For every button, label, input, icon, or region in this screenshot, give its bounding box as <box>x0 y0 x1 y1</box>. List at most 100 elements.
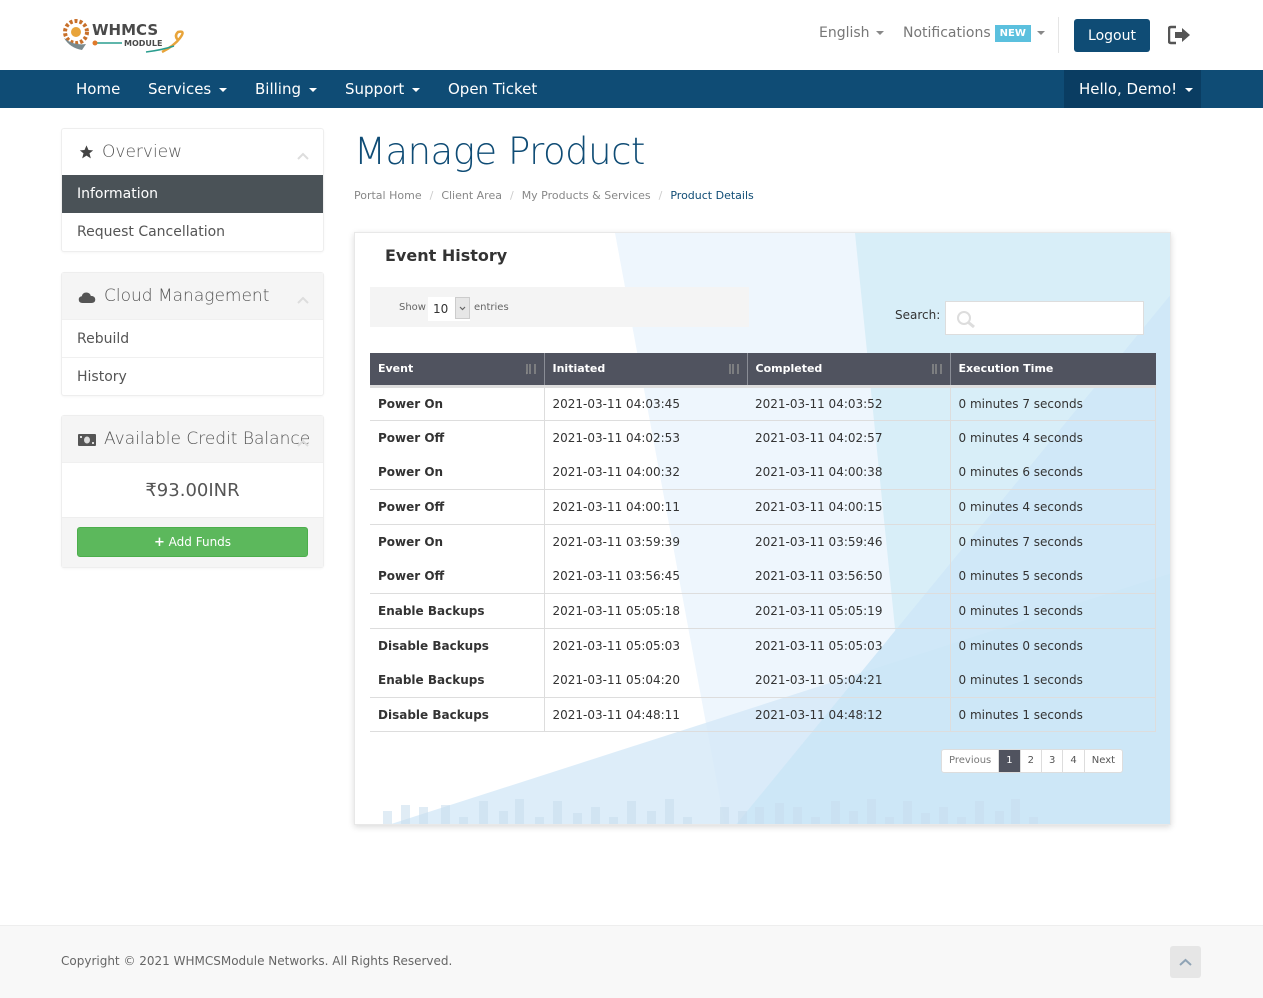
nav-open-ticket[interactable]: Open Ticket <box>448 70 537 108</box>
column-header-label: Completed <box>755 362 823 376</box>
nav-home[interactable]: Home <box>76 70 120 108</box>
column-header-initiated[interactable]: Initiated <box>544 353 748 388</box>
column-header-label: Event <box>378 362 414 376</box>
cell-event: Power On <box>370 524 545 559</box>
breadcrumb-client-area[interactable]: Client Area <box>441 189 502 202</box>
column-header-event[interactable]: Event <box>370 353 545 388</box>
cell-execution: 0 minutes 5 seconds <box>950 558 1156 595</box>
cell-initiated: 2021-03-11 05:05:18 <box>544 593 747 629</box>
caret-down-icon <box>412 87 421 92</box>
column-header-completed[interactable]: Completed <box>747 353 951 388</box>
cell-event: Enable Backups <box>370 662 545 698</box>
cell-completed: 2021-03-11 05:05:19 <box>747 593 951 629</box>
add-funds-label: Add Funds <box>168 534 232 549</box>
page-length-select[interactable]: 10 <box>428 297 470 321</box>
overview-panel-header[interactable]: Overview <box>62 129 323 175</box>
plus-icon: + <box>153 534 165 550</box>
language-label: English <box>819 25 870 41</box>
nav-billing[interactable]: Billing <box>255 70 317 108</box>
user-menu-dropdown[interactable]: Hello, Demo! <box>1064 70 1201 108</box>
notifications-label: Notifications <box>903 25 991 41</box>
breadcrumb-my-products[interactable]: My Products & Services <box>522 189 651 202</box>
cell-event: Power Off <box>370 420 545 456</box>
nav-support-label: Support <box>345 80 405 98</box>
table-row: Power Off 2021-03-11 04:02:53 2021-03-11 0… <box>370 420 1156 456</box>
cell-completed: 2021-03-11 04:03:52 <box>747 386 951 422</box>
sort-icon <box>931 363 942 375</box>
copyright-text: Copyright © 2021 WHMCSModule Networks. A… <box>61 954 453 968</box>
column-header-label: Execution Time <box>958 362 1054 376</box>
cell-initiated: 2021-03-11 05:04:20 <box>544 662 747 698</box>
table-row: Enable Backups 2021-03-11 05:04:20 2021-03… <box>370 662 1156 698</box>
cell-execution: 0 minutes 6 seconds <box>950 455 1156 491</box>
new-badge: NEW <box>994 25 1031 42</box>
logout-button[interactable]: Logout <box>1074 19 1150 52</box>
notifications-dropdown[interactable]: Notifications NEW <box>903 25 1045 42</box>
cloud-icon <box>78 288 96 304</box>
cell-initiated: 2021-03-11 03:56:45 <box>544 558 747 595</box>
chevron-up-icon[interactable] <box>297 289 309 304</box>
event-history-content: Event History Show 10 entries Search: Ev… <box>355 233 1170 824</box>
pagination-page-4[interactable]: 4 <box>1063 750 1085 772</box>
cloud-management-title: Cloud Management <box>104 286 270 306</box>
cell-completed: 2021-03-11 03:56:50 <box>747 558 951 595</box>
page-length-value: 10 <box>433 302 449 316</box>
cell-completed: 2021-03-11 04:00:38 <box>747 455 951 491</box>
nav-home-label: Home <box>76 80 121 98</box>
cell-initiated: 2021-03-11 03:59:39 <box>552 534 680 549</box>
add-funds-button[interactable]: + Add Funds <box>77 527 308 557</box>
sidebar-item-rebuild[interactable]: Rebuild <box>62 319 323 357</box>
cell-initiated: 2021-03-11 04:03:45 <box>544 386 747 422</box>
pagination: Previous 1 2 3 4 Next <box>941 749 1124 773</box>
pagination-next[interactable]: Next <box>1085 750 1122 772</box>
brand-logo[interactable]: WHMCS MODULE <box>62 16 187 56</box>
search-input[interactable] <box>946 302 1143 334</box>
breadcrumb-portal-home[interactable]: Portal Home <box>354 189 422 202</box>
cell-initiated: 2021-03-11 04:48:11 <box>544 697 747 733</box>
event-history-title: Event History <box>385 246 508 265</box>
chevron-up-icon[interactable] <box>297 145 309 160</box>
cell-completed: 2021-03-11 05:04:21 <box>747 662 951 698</box>
sign-out-icon[interactable] <box>1167 25 1192 45</box>
header-divider <box>1058 17 1059 53</box>
breadcrumb-separator: / <box>429 189 434 202</box>
entries-label: entries <box>474 302 509 313</box>
column-header-execution-time: Execution Time <box>950 353 1156 388</box>
main-navbar: Home Services Billing Support Open Ticke… <box>0 70 1263 108</box>
sort-icon <box>728 363 739 375</box>
star-icon <box>78 144 95 160</box>
credit-balance-panel-header[interactable]: Available Credit Balance <box>62 416 323 462</box>
sidebar-item-history[interactable]: History <box>62 357 323 395</box>
pagination-page-2[interactable]: 2 <box>1021 750 1043 772</box>
sidebar-item-request-cancellation[interactable]: Request Cancellation <box>62 213 323 251</box>
cell-execution: 0 minutes 1 seconds <box>950 662 1156 698</box>
chevron-down-icon <box>455 297 470 319</box>
show-label: Show <box>399 302 426 313</box>
pagination-previous[interactable]: Previous <box>942 750 1000 772</box>
pagination-page-1[interactable]: 1 <box>999 750 1021 772</box>
breadcrumb-separator: / <box>509 189 514 202</box>
pagination-page-3[interactable]: 3 <box>1042 750 1064 772</box>
cloud-management-panel-header[interactable]: Cloud Management <box>62 273 323 319</box>
table-row: Power Off 2021-03-11 04:00:11 2021-03-11 0… <box>370 489 1156 525</box>
cell-completed: 2021-03-11 04:00:15 <box>747 489 951 525</box>
logo-text-sub: MODULE <box>124 39 162 48</box>
page-length-control: Show 10 entries <box>370 287 749 327</box>
cell-completed: 2021-03-11 04:48:12 <box>747 697 951 733</box>
sidebar-item-information[interactable]: Information <box>62 175 323 213</box>
event-history-card: Event History Show 10 entries Search: Ev… <box>354 232 1171 825</box>
language-dropdown[interactable]: English <box>819 25 884 41</box>
chevron-up-icon[interactable] <box>297 432 309 447</box>
back-to-top-button[interactable] <box>1170 946 1201 978</box>
cell-completed: 2021-03-11 05:05:03 <box>747 628 951 663</box>
overview-title: Overview <box>102 142 183 162</box>
nav-services[interactable]: Services <box>148 70 228 108</box>
cell-initiated: 2021-03-11 04:00:32 <box>544 455 747 491</box>
cell-event: Power On <box>370 455 545 491</box>
nav-support[interactable]: Support <box>345 70 421 108</box>
cell-event: Disable Backups <box>370 697 545 733</box>
cell-completed: 2021-03-11 03:59:46 <box>747 524 951 559</box>
column-header-label: Initiated <box>552 362 606 376</box>
table-row: Disable Backups 2021-03-11 05:05:03 2021-0… <box>370 628 1156 663</box>
cell-execution: 0 minutes 7 seconds <box>950 524 1156 559</box>
